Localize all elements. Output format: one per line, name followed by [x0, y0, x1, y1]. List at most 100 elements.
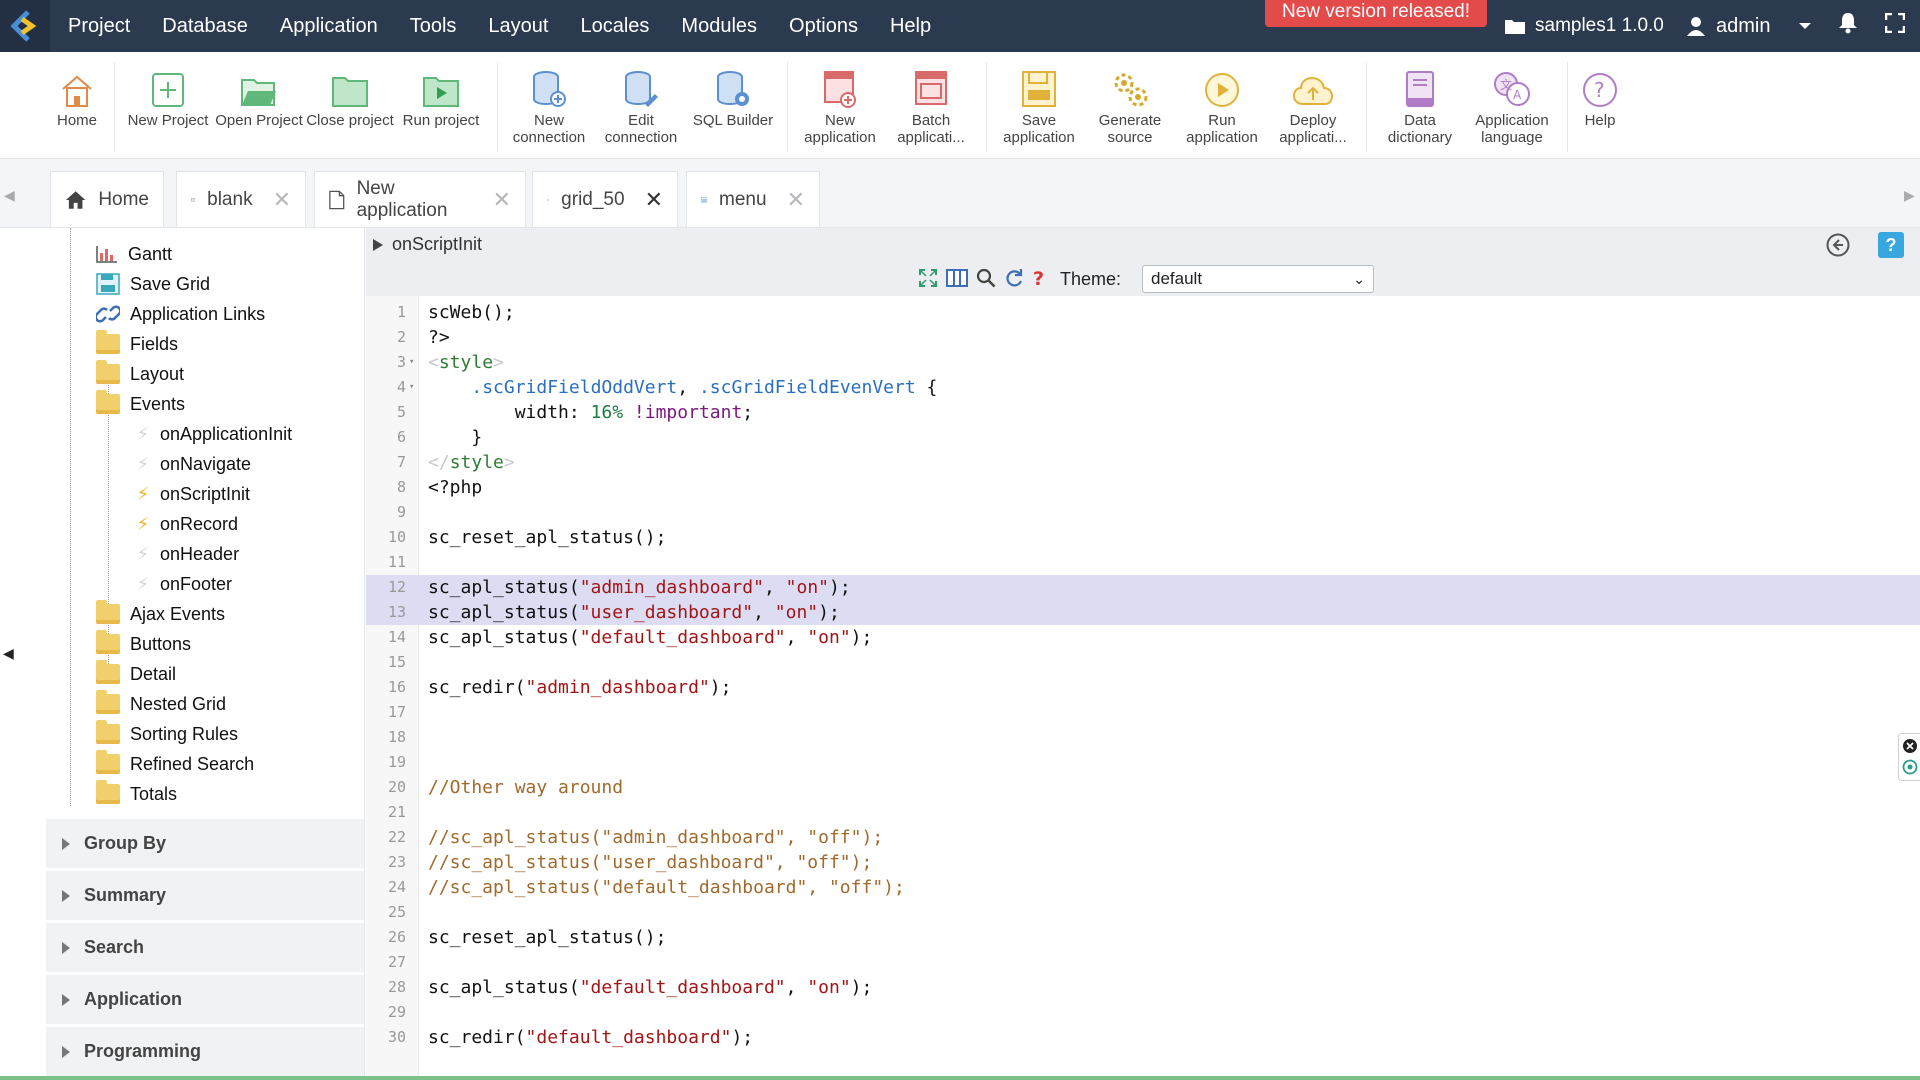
tree-item-onnavigate[interactable]: ⚡ onNavigate: [136, 449, 251, 479]
refresh-icon[interactable]: [1004, 268, 1024, 288]
new-application-button[interactable]: New application: [796, 66, 884, 146]
code-line[interactable]: 29: [366, 1000, 1920, 1025]
run-application-button[interactable]: Run application: [1178, 66, 1266, 146]
code-line[interactable]: 18: [366, 725, 1920, 750]
menu-database[interactable]: Database: [146, 0, 264, 52]
code-line[interactable]: 12 sc_apl_status("admin_dashboard", "on")…: [366, 575, 1920, 600]
theme-select[interactable]: default ⌄: [1142, 265, 1374, 293]
edit-connection-button[interactable]: Edit connection: [597, 66, 685, 146]
application-language-button[interactable]: 文A Application language: [1468, 66, 1556, 146]
tree-item-buttons[interactable]: Buttons: [96, 629, 191, 659]
code-line[interactable]: 13 sc_apl_status("user_dashboard", "on");: [366, 600, 1920, 625]
close-project-button[interactable]: Close project: [306, 66, 394, 129]
tree-item-onheader[interactable]: ⚡ onHeader: [136, 539, 239, 569]
code-line[interactable]: 15: [366, 650, 1920, 675]
split-view-icon[interactable]: [946, 268, 968, 288]
data-dictionary-button[interactable]: Data dictionary: [1376, 66, 1464, 146]
code-line[interactable]: 17: [366, 700, 1920, 725]
code-line[interactable]: 3 ▾ <style>: [366, 350, 1920, 375]
new-connection-button[interactable]: New connection: [505, 66, 593, 146]
code-line[interactable]: 27: [366, 950, 1920, 975]
chat-icon[interactable]: [1902, 759, 1918, 775]
tab-blank[interactable]: </> blank ✕: [176, 171, 306, 227]
code-line[interactable]: 22 //sc_apl_status("admin_dashboard", "of…: [366, 825, 1920, 850]
code-line[interactable]: 20 //Other way around: [366, 775, 1920, 800]
code-line[interactable]: 19: [366, 750, 1920, 775]
code-line[interactable]: 25: [366, 900, 1920, 925]
tab-new-application[interactable]: New application ✕: [314, 171, 526, 227]
code-line[interactable]: 28 sc_apl_status("default_dashboard", "on…: [366, 975, 1920, 1000]
close-tab-icon[interactable]: ✕: [273, 187, 291, 213]
code-line[interactable]: 1 scWeb();: [366, 300, 1920, 325]
tree-item-events[interactable]: Events: [96, 389, 185, 419]
help-button[interactable]: ? Help: [1556, 66, 1644, 129]
code-line[interactable]: 2 ?>: [366, 325, 1920, 350]
tab-home[interactable]: Home: [50, 171, 164, 227]
code-line[interactable]: 16 sc_redir("admin_dashboard");: [366, 675, 1920, 700]
code-line[interactable]: 23 //sc_apl_status("user_dashboard", "off…: [366, 850, 1920, 875]
menu-locales[interactable]: Locales: [564, 0, 665, 52]
tree-item-layout[interactable]: Layout: [96, 359, 184, 389]
tree-item-onapplicationinit[interactable]: ⚡ onApplicationInit: [136, 419, 292, 449]
code-line[interactable]: 10 sc_reset_apl_status();: [366, 525, 1920, 550]
tree-item-onscriptinit[interactable]: ⚡ onScriptInit: [136, 479, 250, 509]
section-summary[interactable]: Summary: [46, 870, 364, 920]
bell-icon[interactable]: [1838, 12, 1858, 39]
code-line[interactable]: 8 <?php: [366, 475, 1920, 500]
menu-project[interactable]: Project: [52, 0, 146, 52]
tree-item-sorting-rules[interactable]: Sorting Rules: [96, 719, 238, 749]
fullscreen-icon[interactable]: [1884, 12, 1906, 38]
menu-help[interactable]: Help: [874, 0, 947, 52]
code-line[interactable]: 30 sc_redir("default_dashboard");: [366, 1025, 1920, 1050]
section-programming[interactable]: Programming: [46, 1026, 364, 1076]
menu-layout[interactable]: Layout: [472, 0, 564, 52]
help-question-button[interactable]: ?: [1878, 232, 1904, 258]
tree-item-detail[interactable]: Detail: [96, 659, 176, 689]
tree-item-ajax-events[interactable]: Ajax Events: [96, 599, 225, 629]
close-tab-icon[interactable]: ✕: [493, 187, 511, 213]
new-version-banner[interactable]: New version released!: [1265, 0, 1487, 27]
code-line[interactable]: 9: [366, 500, 1920, 525]
new-project-button[interactable]: New Project: [124, 66, 212, 129]
tree-item-save-grid[interactable]: Save Grid: [96, 269, 210, 299]
side-widget[interactable]: [1898, 733, 1920, 781]
code-line[interactable]: 7 </style>: [366, 450, 1920, 475]
code-line[interactable]: 11: [366, 550, 1920, 575]
tree-item-application-links[interactable]: Application Links: [96, 299, 265, 329]
run-project-button[interactable]: Run project: [397, 66, 485, 129]
batch-application-button[interactable]: Batch applicati...: [887, 66, 975, 146]
scriptcase-logo[interactable]: [0, 0, 50, 52]
save-application-button[interactable]: Save application: [995, 66, 1083, 146]
event-title[interactable]: onScriptInit: [372, 234, 482, 255]
question-icon[interactable]: ?: [1032, 268, 1046, 288]
sidebar-toggle-icon[interactable]: ◀: [3, 645, 14, 662]
sql-builder-button[interactable]: SQL Builder: [689, 66, 777, 129]
tree-item-nested-grid[interactable]: Nested Grid: [96, 689, 226, 719]
home-button[interactable]: Home: [33, 66, 121, 129]
open-project-button[interactable]: Open Project: [215, 66, 303, 129]
tab-menu[interactable]: menu ✕: [686, 171, 820, 227]
code-line[interactable]: 5 width: 16% !important;: [366, 400, 1920, 425]
search-icon[interactable]: [976, 268, 996, 288]
tree-item-onfooter[interactable]: ⚡ onFooter: [136, 569, 232, 599]
section-application[interactable]: Application: [46, 974, 364, 1024]
back-arrow-icon[interactable]: [1826, 233, 1850, 262]
fold-toggle-icon[interactable]: ▾: [409, 350, 414, 375]
code-line[interactable]: 4 ▾ .scGridFieldOddVert, .scGridFieldEven…: [366, 375, 1920, 400]
deploy-application-button[interactable]: Deploy applicati...: [1269, 66, 1357, 146]
tab-scroll-left-icon[interactable]: ◀: [4, 187, 15, 204]
menu-application[interactable]: Application: [264, 0, 394, 52]
user-menu[interactable]: admin: [1686, 0, 1812, 52]
project-selector[interactable]: samples1 1.0.0: [1505, 0, 1664, 52]
tree-item-fields[interactable]: Fields: [96, 329, 178, 359]
fold-toggle-icon[interactable]: ▾: [409, 375, 414, 400]
code-line[interactable]: 24 //sc_apl_status("default_dashboard", "…: [366, 875, 1920, 900]
code-line[interactable]: 26 sc_reset_apl_status();: [366, 925, 1920, 950]
expand-icon[interactable]: [918, 268, 938, 288]
close-tab-icon[interactable]: ✕: [645, 187, 663, 213]
tree-item-totals[interactable]: Totals: [96, 779, 177, 809]
menu-options[interactable]: Options: [773, 0, 874, 52]
generate-source-button[interactable]: Generate source: [1086, 66, 1174, 146]
tree-item-gantt[interactable]: Gantt: [96, 239, 172, 269]
tab-grid-50[interactable]: grid_50 ✕: [532, 171, 678, 227]
